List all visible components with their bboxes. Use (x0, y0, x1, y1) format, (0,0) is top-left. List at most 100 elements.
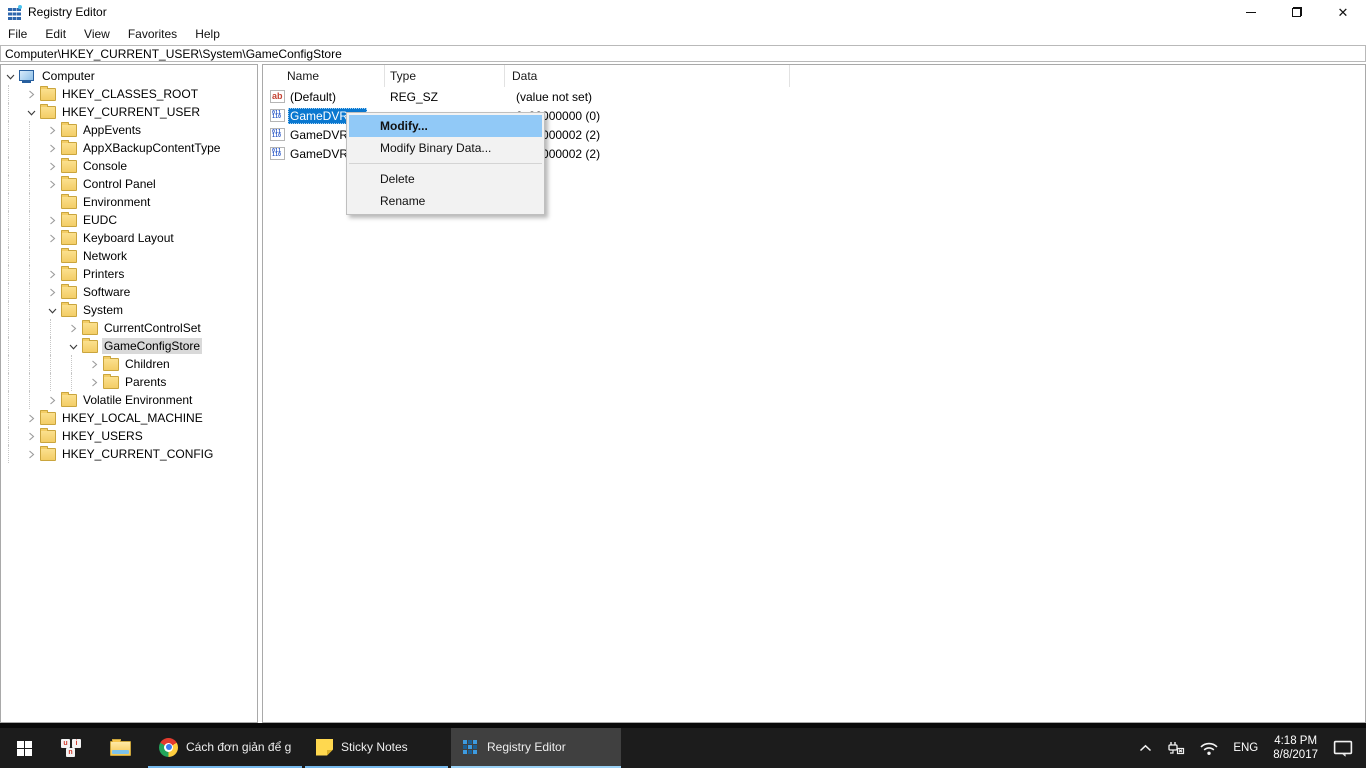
tree-item-parents[interactable]: Parents (1, 373, 257, 391)
chevron-collapsed-icon[interactable] (46, 283, 59, 301)
unikey-button[interactable]: u i n (48, 728, 96, 768)
value-row-default[interactable]: (Default)REG_SZ(value not set) (263, 87, 1365, 106)
tree-item-computer[interactable]: Computer (1, 67, 257, 85)
chrome-icon (159, 738, 178, 757)
menu-view[interactable]: View (75, 25, 119, 43)
tree-item-software[interactable]: Software (1, 283, 257, 301)
context-menu-item-delete[interactable]: Delete (349, 168, 542, 190)
column-header-data[interactable]: Data (505, 65, 790, 87)
taskbar-task-registry-editor[interactable]: Registry Editor (451, 728, 621, 768)
context-menu-item-modify[interactable]: Modify... (349, 115, 542, 137)
address-input[interactable] (1, 46, 1365, 61)
tree-guide-line (29, 265, 30, 283)
tree-pane: ComputerHKEY_CLASSES_ROOTHKEY_CURRENT_US… (0, 64, 258, 723)
tree-item-gameconfigstore[interactable]: GameConfigStore (1, 337, 257, 355)
chevron-collapsed-icon[interactable] (46, 121, 59, 139)
tree-item-hkey-current-user[interactable]: HKEY_CURRENT_USER (1, 103, 257, 121)
minimize-button[interactable] (1228, 0, 1274, 24)
close-button[interactable]: ✕ (1320, 0, 1366, 24)
chevron-collapsed-icon[interactable] (46, 211, 59, 229)
tree-item-hkey-users[interactable]: HKEY_USERS (1, 427, 257, 445)
chevron-collapsed-icon[interactable] (46, 391, 59, 409)
clock[interactable]: 4:18 PM 8/8/2017 (1265, 734, 1326, 762)
taskbar-task-c-ch-n-gi-n-g[interactable]: Cách đơn giản để g... (148, 728, 302, 768)
chevron-collapsed-icon[interactable] (46, 139, 59, 157)
folder-icon (103, 376, 119, 389)
computer-icon (19, 70, 34, 83)
task-buttons: Cách đơn giản để g... Sticky Notes Registr… (148, 728, 624, 768)
column-header-name[interactable]: Name (263, 65, 385, 87)
tree-item-currentcontrolset[interactable]: CurrentControlSet (1, 319, 257, 337)
unikey-icon: u i n (60, 739, 84, 757)
tree-item-children[interactable]: Children (1, 355, 257, 373)
chevron-expanded-icon[interactable] (4, 67, 17, 85)
action-center-button[interactable] (1326, 728, 1360, 768)
tree-item-appevents[interactable]: AppEvents (1, 121, 257, 139)
menu-favorites[interactable]: Favorites (119, 25, 186, 43)
tree-item-hkey-current-config[interactable]: HKEY_CURRENT_CONFIG (1, 445, 257, 463)
tree-item-printers[interactable]: Printers (1, 265, 257, 283)
start-button[interactable] (0, 728, 48, 768)
power-plug-button[interactable] (1159, 728, 1192, 768)
hidden-icons-button[interactable] (1132, 728, 1159, 768)
tree-item-console[interactable]: Console (1, 157, 257, 175)
folder-icon (40, 88, 56, 101)
wifi-button[interactable] (1192, 728, 1226, 768)
tree-guide-line (29, 337, 30, 355)
dword-value-icon (270, 147, 285, 160)
folder-icon (40, 448, 56, 461)
chevron-expanded-icon[interactable] (25, 103, 38, 121)
chevron-collapsed-icon[interactable] (25, 427, 38, 445)
tree-guide-line (29, 211, 30, 229)
context-menu-item-rename[interactable]: Rename (349, 190, 542, 212)
column-header-type[interactable]: Type (385, 65, 505, 87)
chevron-collapsed-icon[interactable] (88, 355, 101, 373)
folder-icon (82, 340, 98, 353)
folder-icon (82, 322, 98, 335)
context-menu-item-modify-binary-data[interactable]: Modify Binary Data... (349, 137, 542, 159)
tree-guide-line (29, 175, 30, 193)
chevron-collapsed-icon[interactable] (25, 85, 38, 103)
tree-item-eudc[interactable]: EUDC (1, 211, 257, 229)
chevron-expanded-icon[interactable] (67, 337, 80, 355)
tree-item-hkey-local-machine[interactable]: HKEY_LOCAL_MACHINE (1, 409, 257, 427)
tree-item-hkey-classes-root[interactable]: HKEY_CLASSES_ROOT (1, 85, 257, 103)
chevron-collapsed-icon[interactable] (46, 229, 59, 247)
chevron-collapsed-icon[interactable] (25, 409, 38, 427)
list-header: NameTypeData (263, 65, 1365, 87)
restore-button[interactable] (1274, 0, 1320, 24)
tree-item-volatile-environment[interactable]: Volatile Environment (1, 391, 257, 409)
chevron-collapsed-icon[interactable] (67, 319, 80, 337)
menu-bar: FileEditViewFavoritesHelp (0, 24, 1366, 44)
task-label: Cách đơn giản để g... (186, 740, 291, 754)
tree-item-network[interactable]: Network (1, 247, 257, 265)
chevron-collapsed-icon[interactable] (46, 265, 59, 283)
tree-item-label: Software (81, 284, 132, 300)
menu-file[interactable]: File (0, 25, 36, 43)
power-plug-icon (1166, 741, 1185, 755)
taskbar-task-sticky-notes[interactable]: Sticky Notes (305, 728, 448, 768)
tree-item-system[interactable]: System (1, 301, 257, 319)
tree-item-keyboard-layout[interactable]: Keyboard Layout (1, 229, 257, 247)
tree-guide-line (8, 373, 9, 391)
value-name-label: (Default) (288, 89, 338, 105)
folder-icon (40, 106, 56, 119)
chevron-collapsed-icon[interactable] (46, 175, 59, 193)
tree-guide-line (29, 139, 30, 157)
dword-value-icon (270, 128, 285, 141)
tree-item-environment[interactable]: Environment (1, 193, 257, 211)
chevron-collapsed-icon[interactable] (25, 445, 38, 463)
file-explorer-button[interactable] (96, 728, 144, 768)
language-indicator[interactable]: ENG (1226, 728, 1265, 768)
chevron-collapsed-icon[interactable] (46, 157, 59, 175)
restore-icon (1292, 7, 1302, 17)
chevron-expanded-icon[interactable] (46, 301, 59, 319)
tree-item-appxbackupcontenttype[interactable]: AppXBackupContentType (1, 139, 257, 157)
tree-item-control-panel[interactable]: Control Panel (1, 175, 257, 193)
task-label: Sticky Notes (341, 740, 408, 754)
menu-help[interactable]: Help (186, 25, 229, 43)
chevron-collapsed-icon[interactable] (88, 373, 101, 391)
menu-edit[interactable]: Edit (36, 25, 75, 43)
tree-item-label: HKEY_CURRENT_CONFIG (60, 446, 215, 462)
taskbar: u i n Cách đơn giản để g... Sticky Notes R… (0, 728, 1366, 768)
